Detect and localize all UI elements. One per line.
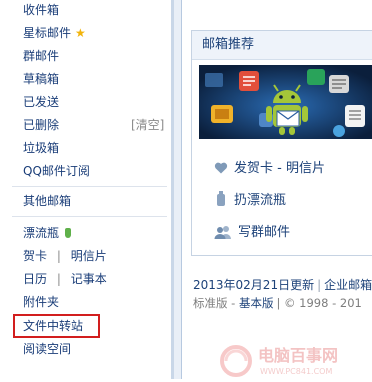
sidebar-divider <box>12 186 167 187</box>
throw-drift-bottle-label: 扔漂流瓶 <box>234 193 287 208</box>
mail-folder-sidebar: 收件箱 星标邮件 ★ 群邮件 草稿箱 已发送 已删除 [清空] 垃圾箱 QQ邮件订… <box>0 0 171 379</box>
send-greeting-card-link[interactable]: 发贺卡 - 明信片 <box>214 159 325 179</box>
folder-starred-label: 星标邮件 <box>23 26 72 40</box>
pipe-separator: | <box>56 249 61 263</box>
folder-qq-subscription[interactable]: QQ邮件订阅 <box>23 162 90 180</box>
folder-deleted[interactable]: 已删除 <box>23 116 59 134</box>
column-gap <box>174 0 181 379</box>
write-group-mail-link[interactable]: 写群邮件 <box>214 223 290 243</box>
update-info-line: 2013年02月21日更新 | 企业邮箱 <box>193 276 372 293</box>
sidebar-divider <box>12 216 167 217</box>
mailbox-recommend-panel: 邮箱推荐 发贺卡 - 明信片 扔漂流瓶 写群邮件 <box>191 30 372 256</box>
pc841-watermark: 电脑百事网 WWW.PC841.COM <box>216 339 372 379</box>
notes-link[interactable]: 记事本 <box>71 272 107 286</box>
folder-other-mailbox[interactable]: 其他邮箱 <box>23 192 71 210</box>
copyright-text: | © 1998 - 201 <box>276 296 362 310</box>
postcard-link[interactable]: 明信片 <box>71 249 107 263</box>
drift-bottle-link[interactable]: 漂流瓶 <box>23 224 72 242</box>
cards-row: 贺卡 | 明信片 <box>23 247 107 265</box>
bottle-icon <box>65 228 72 238</box>
standard-edition-label: 标准版 <box>193 296 228 310</box>
attachments-folder-link[interactable]: 附件夹 <box>23 293 59 311</box>
send-greeting-card-label: 发贺卡 - 明信片 <box>234 161 325 176</box>
panel-title: 邮箱推荐 <box>192 31 372 60</box>
calendar-link[interactable]: 日历 <box>23 272 47 286</box>
folder-drafts[interactable]: 草稿箱 <box>23 70 59 88</box>
pipe-separator: | <box>56 272 61 286</box>
tools-row: 日历 | 记事本 <box>23 270 107 288</box>
group-icon <box>214 226 231 239</box>
write-group-mail-label: 写群邮件 <box>238 225 291 240</box>
bottle-icon <box>217 191 225 206</box>
reading-space-link[interactable]: 阅读空间 <box>23 340 71 358</box>
android-banner-illustration <box>199 65 372 139</box>
basic-edition-link[interactable]: 基本版 <box>239 296 274 310</box>
star-icon: ★ <box>75 26 86 40</box>
drift-bottle-label: 漂流瓶 <box>23 226 60 240</box>
watermark-logo: 电脑百事网 WWW.PC841.COM <box>220 345 338 377</box>
edition-separator: - <box>227 296 239 310</box>
folder-group-mail[interactable]: 群邮件 <box>23 47 59 65</box>
watermark-url: WWW.PC841.COM <box>260 367 332 376</box>
clear-trash-link[interactable]: [清空] <box>131 116 164 134</box>
android-promo-banner[interactable] <box>199 65 372 139</box>
folder-sent[interactable]: 已发送 <box>23 93 59 111</box>
enterprise-mail-link[interactable]: 企业邮箱 <box>324 278 372 292</box>
folder-starred[interactable]: 星标邮件 ★ <box>23 24 86 42</box>
watermark-brand: 电脑百事网 <box>258 346 338 365</box>
greeting-card-link[interactable]: 贺卡 <box>23 249 47 263</box>
heart-icon <box>214 162 228 174</box>
pipe-separator: | <box>317 278 322 292</box>
update-date: 2013年02月21日更新 <box>193 278 315 292</box>
column-edge-line <box>181 0 182 379</box>
throw-drift-bottle-link[interactable]: 扔漂流瓶 <box>214 191 286 211</box>
red-highlight-box <box>13 314 100 338</box>
version-line: 标准版 - 基本版 | © 1998 - 201 <box>193 295 362 311</box>
folder-spam[interactable]: 垃圾箱 <box>23 139 59 157</box>
folder-inbox[interactable]: 收件箱 <box>23 1 59 19</box>
